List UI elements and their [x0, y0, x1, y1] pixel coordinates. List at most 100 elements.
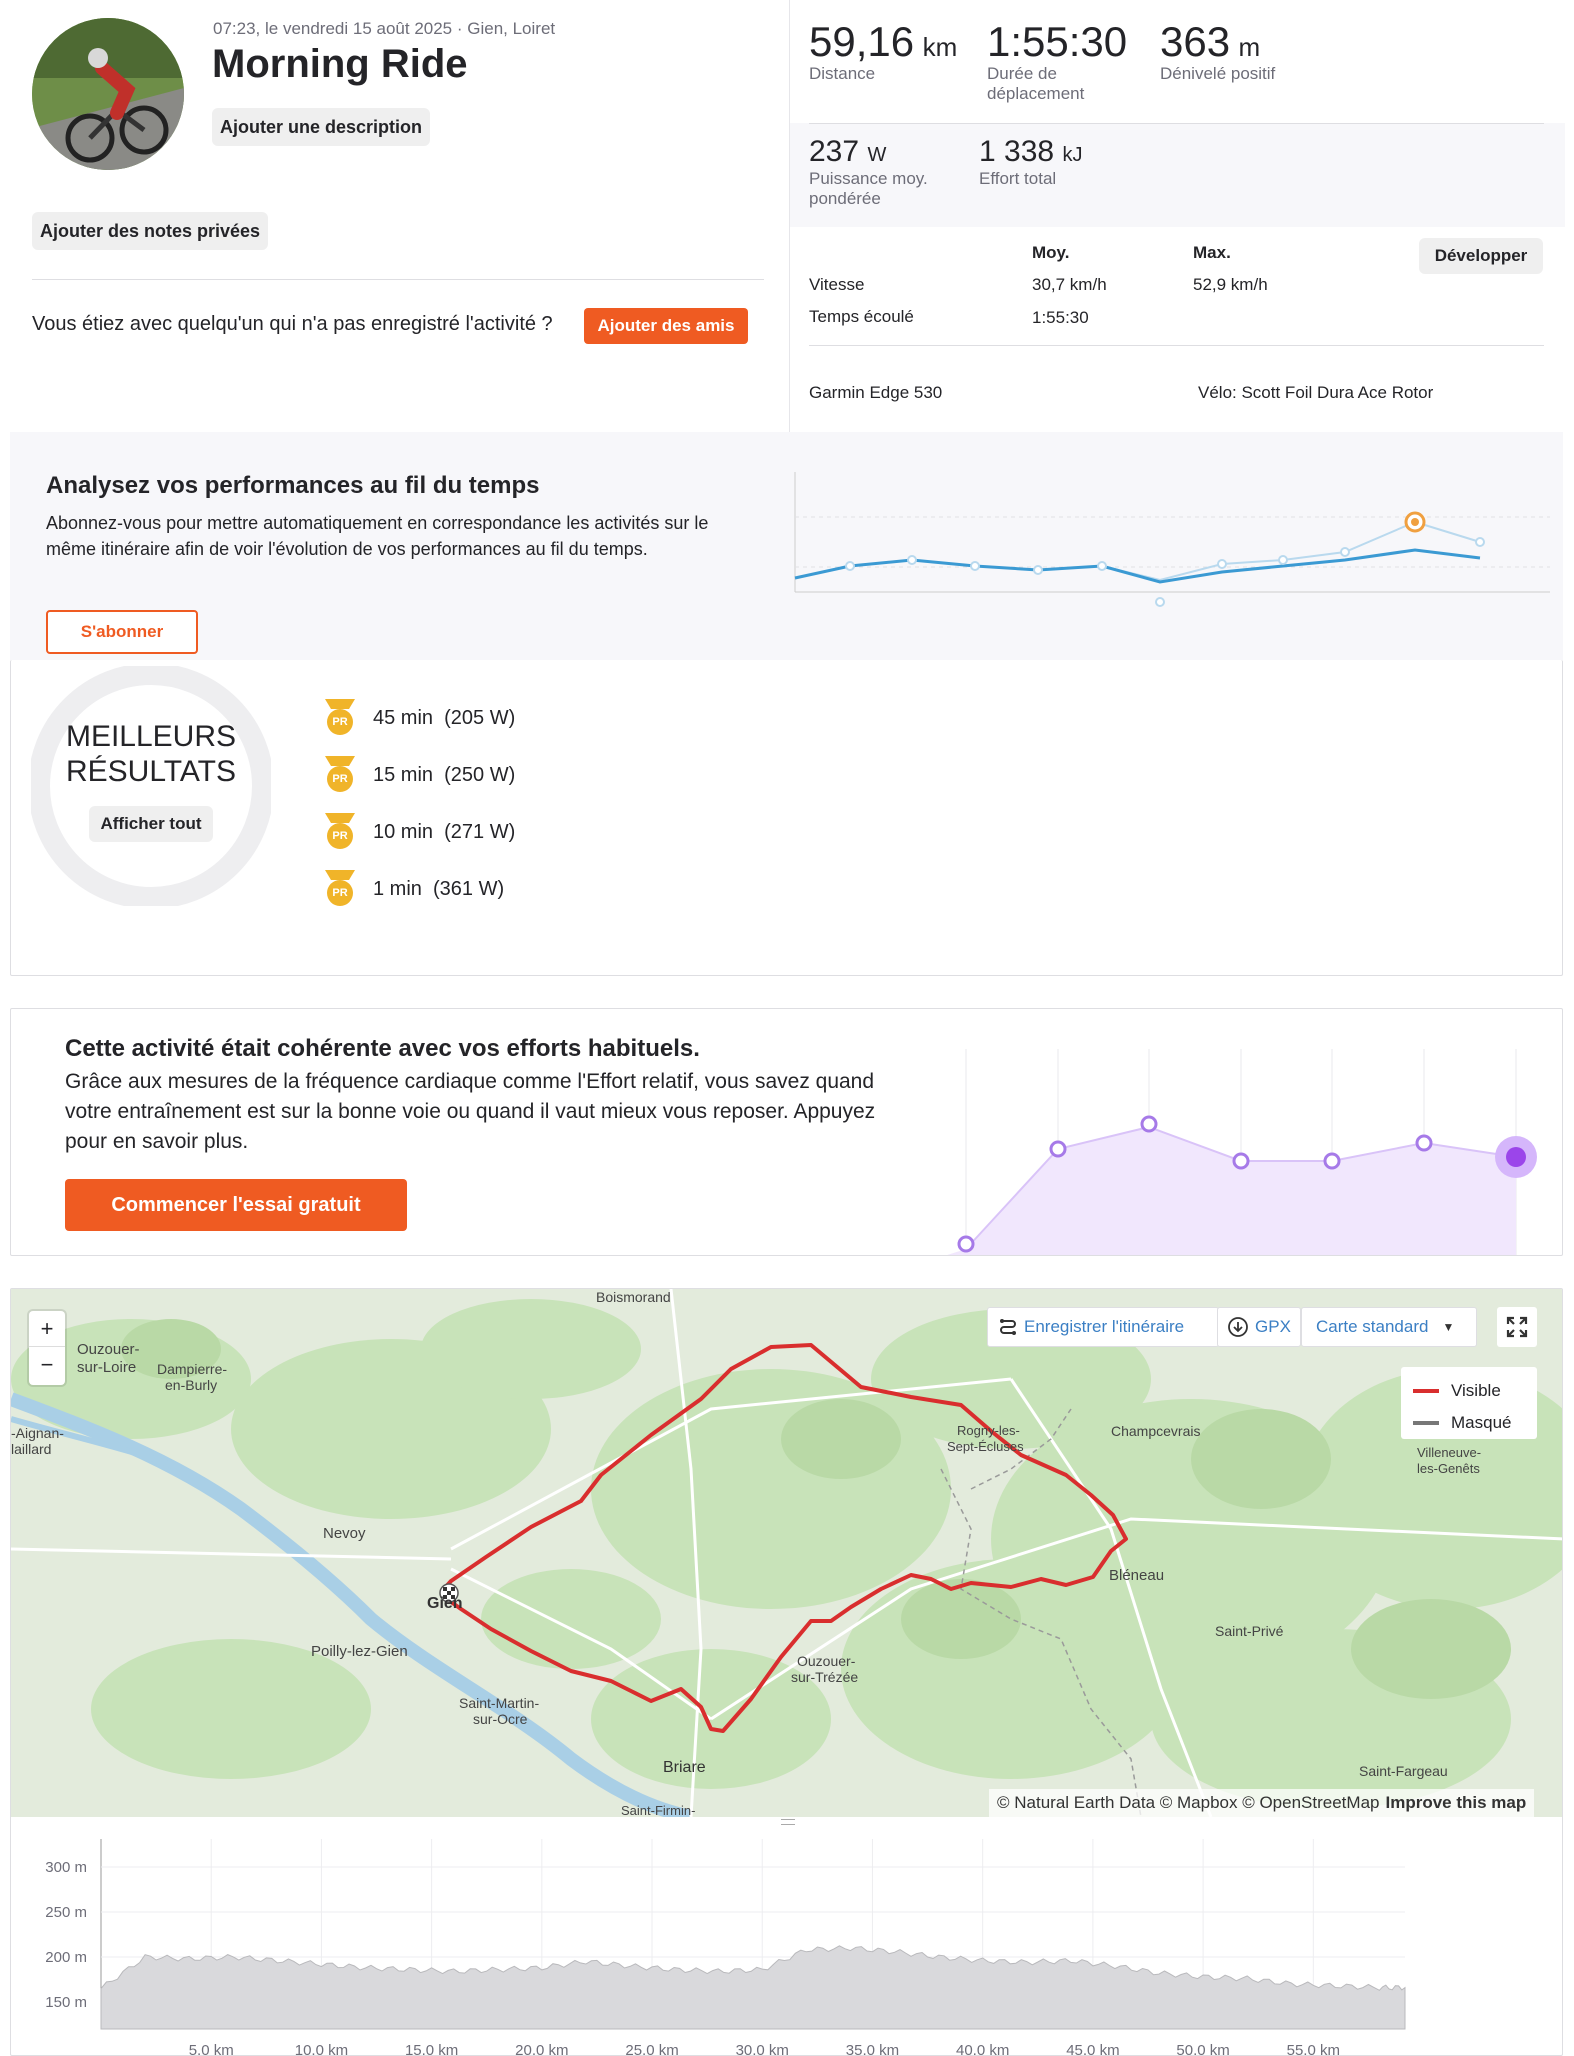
divider: [809, 123, 1544, 124]
subscribe-button[interactable]: S'abonner: [46, 610, 198, 654]
save-route-button[interactable]: Enregistrer l'itinéraire: [987, 1307, 1219, 1347]
effort-value: 1 338: [979, 135, 1055, 168]
performance-trend-chart: [794, 472, 1550, 607]
add-friends-button[interactable]: Ajouter des amis: [584, 308, 748, 344]
resize-handle[interactable]: [781, 1819, 795, 1825]
x-tick-label: 45,0 km: [1066, 2042, 1119, 2056]
zoom-out-button[interactable]: −: [29, 1347, 65, 1383]
power-label-1: Puissance moy.: [809, 169, 928, 188]
moving-time-value: 1:55:30: [987, 18, 1128, 65]
cyclist-photo: [32, 18, 184, 170]
y-tick-label: 150 m: [45, 1994, 87, 2011]
performance-section: Analysez vos performances au fil du temp…: [10, 432, 1563, 660]
place-label: Saint-Firmin-: [621, 1803, 696, 1817]
map-section: Boismorand Ouzouer- sur-Loire Dampierre-…: [10, 1288, 1563, 2056]
distance-value: 59,16: [809, 18, 915, 65]
elevation-value: 363: [1160, 18, 1231, 65]
stat-distance: 59,16 km Distance: [809, 18, 957, 84]
x-tick-label: 15,0 km: [405, 2042, 458, 2056]
best-results-section: MEILLEURS RÉSULTATS Afficher tout PR 45 …: [10, 660, 1563, 976]
speed-avg: 30,7 km/h: [1032, 275, 1107, 294]
best-results-title-1: MEILLEURS: [65, 720, 237, 753]
pr-item[interactable]: PR 1 min (361 W): [325, 869, 504, 909]
show-all-button[interactable]: Afficher tout: [89, 806, 213, 842]
stat-power: 237 W Puissance moy. pondérée: [809, 135, 928, 209]
pr-item[interactable]: PR 10 min (271 W): [325, 812, 515, 852]
pr-item-label: 45 min (205 W): [373, 706, 516, 729]
pr-item-label: 1 min (361 W): [373, 877, 505, 900]
performance-title: Analysez vos performances au fil du temp…: [46, 472, 540, 499]
free-trial-button[interactable]: Commencer l'essai gratuit: [65, 1179, 407, 1231]
elevation-area: [100, 1945, 1406, 2030]
map-attribution: © Natural Earth Data © Mapbox © OpenStre…: [989, 1789, 1535, 1817]
elapsed-label: Temps écoulé: [809, 307, 914, 326]
y-tick-label: 250 m: [45, 1904, 87, 1921]
x-tick-label: 35,0 km: [846, 2042, 899, 2056]
place-label: sur-Trézée: [791, 1669, 859, 1685]
speed-max: 52,9 km/h: [1193, 275, 1268, 294]
add-description-button[interactable]: Ajouter une description: [212, 108, 430, 146]
moving-time-label-2: déplacement: [987, 84, 1085, 103]
x-tick-label: 20,0 km: [515, 2042, 568, 2056]
legend-hidden-label: Masqué: [1451, 1413, 1512, 1432]
caret-down-icon: ▼: [1442, 1320, 1455, 1334]
place-label: Villeneuve-: [1417, 1445, 1482, 1460]
place-label: -Aignan-: [11, 1425, 64, 1441]
place-label: Saint-Privé: [1215, 1623, 1284, 1639]
power-unit: W: [867, 144, 887, 166]
place-label: Briare: [663, 1759, 706, 1776]
gpx-label: GPX: [1255, 1317, 1291, 1336]
private-notes-button[interactable]: Ajouter des notes privées: [32, 212, 268, 250]
elevation-label: Dénivelé positif: [1160, 64, 1276, 83]
place-label: Saint-Martin-: [459, 1695, 540, 1711]
x-tick-label: 40,0 km: [956, 2042, 1009, 2056]
stat-moving-time: 1:55:30 Durée de déplacement: [987, 18, 1127, 104]
speed-label: Vitesse: [809, 275, 865, 294]
place-label: Dampierre-: [157, 1361, 228, 1377]
bike-name[interactable]: Vélo: Scott Foil Dura Ace Rotor: [1198, 383, 1433, 403]
gpx-button[interactable]: GPX: [1217, 1307, 1301, 1347]
divider: [32, 279, 764, 280]
distance-label: Distance: [809, 64, 876, 83]
elevation-unit: m: [1238, 32, 1261, 62]
activity-header: 07:23, le vendredi 15 août 2025 · Gien, …: [10, 0, 790, 430]
pr-medal-icon: PR: [325, 813, 355, 851]
activity-title: Morning Ride: [212, 42, 468, 86]
x-tick-label: 50,0 km: [1176, 2042, 1229, 2056]
attribution-text[interactable]: © Natural Earth Data © Mapbox © OpenStre…: [997, 1793, 1379, 1813]
x-tick-label: 5,0 km: [189, 2042, 234, 2056]
place-label: Saint-Fargeau: [1359, 1763, 1448, 1779]
fullscreen-button[interactable]: [1497, 1307, 1537, 1347]
place-label: Gien: [427, 1595, 463, 1612]
elevation-chart[interactable]: 300 m 250 m 200 m 150 m 5,0 km 10,0 km 15,0 km…: [11, 1829, 1563, 2056]
y-tick-label: 300 m: [45, 1859, 87, 1876]
place-label: Boismorand: [596, 1289, 671, 1305]
stats-table: Moy. Max. Développer Vitesse 30,7 km/h 5…: [790, 227, 1565, 433]
place-label: Sept-Écluses: [947, 1439, 1024, 1454]
with-someone-text: Vous étiez avec quelqu'un qui n'a pas en…: [32, 313, 553, 335]
legend-visible-swatch: [1413, 1389, 1439, 1393]
pr-medal-icon: PR: [325, 756, 355, 794]
pr-item-label: 15 min (250 W): [373, 763, 516, 786]
expand-button[interactable]: Développer: [1419, 238, 1543, 274]
place-label: Bléneau: [1109, 1567, 1165, 1584]
avatar[interactable]: [32, 18, 184, 170]
improve-map-link[interactable]: Improve this map: [1385, 1793, 1526, 1813]
fullscreen-icon: [1506, 1316, 1528, 1338]
place-label: Ouzouer-: [77, 1341, 140, 1358]
pr-item[interactable]: PR 15 min (250 W): [325, 755, 515, 795]
legend-hidden-swatch: [1413, 1421, 1439, 1425]
place-label: Poilly-lez-Gien: [311, 1643, 408, 1660]
pr-item[interactable]: PR 45 min (205 W): [325, 698, 515, 738]
stats-panel: 59,16 km Distance 1:55:30 Durée de dépla…: [789, 0, 1565, 433]
place-label: laillard: [11, 1441, 52, 1457]
map-canvas[interactable]: Boismorand Ouzouer- sur-Loire Dampierre-…: [11, 1289, 1562, 1817]
zoom-in-button[interactable]: +: [29, 1311, 65, 1347]
place-label: Ouzouer-: [797, 1653, 856, 1669]
moving-time-label-1: Durée de: [987, 64, 1057, 83]
secondary-stats: 237 W Puissance moy. pondérée 1 338 kJ E…: [790, 123, 1565, 433]
relative-effort-chart: [947, 1049, 1537, 1255]
relative-effort-section[interactable]: Cette activité était cohérente avec vos …: [10, 1008, 1563, 1256]
map-type-select[interactable]: Carte standard ▼: [1301, 1307, 1477, 1347]
map-type-label: Carte standard: [1316, 1317, 1429, 1336]
